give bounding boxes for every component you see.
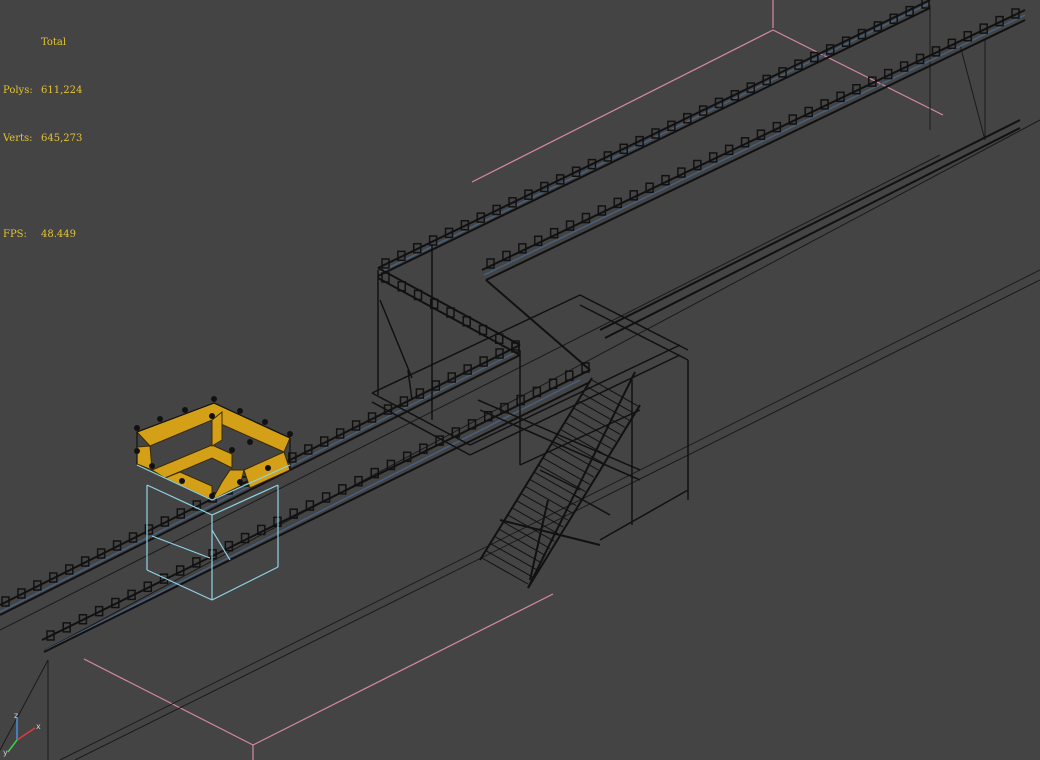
polys-label: Polys: <box>3 85 33 96</box>
fps-value: 48.449 <box>41 229 76 240</box>
railing-post-knob <box>262 419 268 425</box>
railing-post-knob <box>209 413 215 419</box>
railing-post-knob <box>179 478 185 484</box>
railing-post-knob <box>265 465 271 471</box>
verts-label: Verts: <box>3 133 33 144</box>
middle-platform <box>371 245 689 541</box>
axis-z-label: z <box>14 711 19 720</box>
railing-post-knob <box>287 431 293 437</box>
railing-post-knob <box>209 493 215 499</box>
railing-post-knob <box>149 463 155 469</box>
railing-post-knob <box>182 407 188 413</box>
wireframe-scene[interactable] <box>0 0 1040 760</box>
axis-gizmo <box>7 718 36 753</box>
upper-walkway <box>377 0 1026 281</box>
bounding-box-lines <box>83 0 944 760</box>
railing-post-knob <box>237 408 243 414</box>
perspective-viewport[interactable]: Total Polys: 611,224 Verts: 645,273 FPS: 48… <box>0 0 1040 760</box>
railing-post-knob <box>229 447 235 453</box>
railing-post-knob <box>211 396 217 402</box>
railing-post-knob <box>247 439 253 445</box>
railing-post-knob <box>237 479 243 485</box>
railing-post-knob <box>134 448 140 454</box>
railing-post-knob <box>157 416 163 422</box>
axis-y-label: y <box>3 748 8 757</box>
fps-label: FPS: <box>3 229 27 240</box>
stats-header: Total <box>41 37 67 48</box>
verts-value: 645,273 <box>41 133 83 144</box>
axis-x-label: x <box>36 722 41 731</box>
polys-value: 611,224 <box>41 85 83 96</box>
railing-post-knob <box>134 425 140 431</box>
viewport-statistics: Total Polys: 611,224 Verts: 645,273 FPS: 48… <box>3 3 82 275</box>
selected-platform[interactable] <box>134 396 293 601</box>
